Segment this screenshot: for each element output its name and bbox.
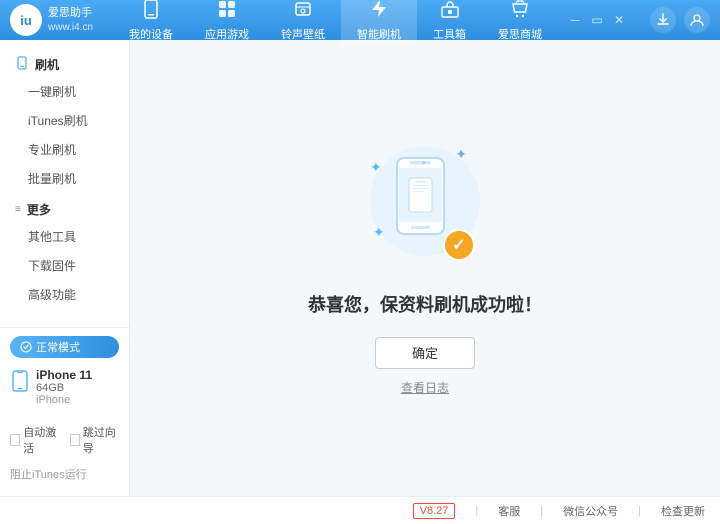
phone-refresh-icon xyxy=(15,56,29,73)
user-btn[interactable] xyxy=(684,7,710,33)
apps-icon xyxy=(217,0,237,24)
logo-area: iu 爱思助手 www.i4.cn xyxy=(10,4,93,36)
device-type: iPhone xyxy=(36,394,119,406)
device-section: 正常模式 iPhone 11 64GB iPhone xyxy=(0,327,129,418)
auto-activate-box[interactable] xyxy=(10,434,20,446)
sidebar-item-advanced[interactable]: 高级功能 xyxy=(0,280,129,309)
device-icon xyxy=(12,370,28,397)
itunes-status: 阻止iTunes运行 xyxy=(0,462,129,486)
sidebar-item-batch[interactable]: 批量刷机 xyxy=(0,164,129,193)
svg-text:iu: iu xyxy=(20,13,32,28)
wechat-link[interactable]: 微信公众号 xyxy=(563,503,618,519)
minimize-btn[interactable]: ─ xyxy=(568,13,582,27)
device-details: iPhone 11 64GB iPhone xyxy=(36,368,119,406)
app-logo: iu xyxy=(10,4,42,36)
store-icon xyxy=(510,0,530,24)
version-badge: V8.27 xyxy=(413,503,456,519)
update-link[interactable]: 检查更新 xyxy=(661,503,705,519)
auto-activate-checkbox[interactable]: 自动激活 xyxy=(10,424,60,456)
tab-my-device[interactable]: 我的设备 xyxy=(113,0,189,46)
menu-icon: ≡ xyxy=(15,204,21,215)
restore-btn[interactable]: ▭ xyxy=(590,13,604,27)
sidebar-item-itunes[interactable]: iTunes刷机 xyxy=(0,106,129,135)
tab-smart-flash[interactable]: 智能刷机 xyxy=(341,0,417,46)
success-illustration: ✦ ✦ ✦ ✓ xyxy=(365,141,485,271)
smart-flash-icon xyxy=(369,0,389,24)
device-info: iPhone 11 64GB iPhone xyxy=(0,364,129,410)
sidebar-flash-title: 刷机 xyxy=(0,50,129,77)
sidebar-item-other-tools[interactable]: 其他工具 xyxy=(0,222,129,251)
tab-ringtones[interactable]: 铃声壁纸 xyxy=(265,0,341,46)
log-link[interactable]: 查看日志 xyxy=(401,379,449,396)
device-name: iPhone 11 xyxy=(36,368,119,382)
sidebar-checkboxes: 自动激活 跳过向导 xyxy=(0,418,129,462)
tab-store[interactable]: 爱思商城 xyxy=(482,0,558,46)
confirm-button[interactable]: 确定 xyxy=(375,337,475,369)
skip-guide-checkbox[interactable]: 跳过向导 xyxy=(70,424,120,456)
sparkle-icon-3: ✦ xyxy=(373,224,385,241)
sparkle-icon-2: ✦ xyxy=(370,159,382,176)
tab-apps-games[interactable]: 应用游戏 xyxy=(189,0,265,46)
sidebar-item-onekey[interactable]: 一键刷机 xyxy=(0,77,129,106)
content-area: ✦ ✦ ✦ ✓ 恭喜您，保资料刷机成功 xyxy=(130,40,720,496)
sidebar: 刷机 一键刷机 iTunes刷机 专业刷机 批量刷机 ≡ 更多 其他工具 下载固… xyxy=(0,40,130,496)
phone-svg xyxy=(393,156,448,239)
title-bar: iu 爱思助手 www.i4.cn 我的设备 xyxy=(0,0,720,40)
footer: V8.27 | 客服 | 微信公众号 | 检查更新 xyxy=(0,496,720,524)
success-title: 恭喜您，保资料刷机成功啦！ xyxy=(308,291,542,317)
title-bar-controls: ─ ▭ ✕ xyxy=(568,7,710,33)
support-link[interactable]: 客服 xyxy=(498,503,520,519)
tab-toolbox[interactable]: 工具箱 xyxy=(417,0,482,46)
sparkle-icon-1: ✦ xyxy=(455,146,467,163)
sidebar-more-title: ≡ 更多 xyxy=(0,193,129,222)
sidebar-item-download-firmware[interactable]: 下载固件 xyxy=(0,251,129,280)
mode-badge: 正常模式 xyxy=(10,336,119,358)
download-btn[interactable] xyxy=(650,7,676,33)
main-layout: 刷机 一键刷机 iTunes刷机 专业刷机 批量刷机 ≡ 更多 其他工具 下载固… xyxy=(0,40,720,496)
ringtone-icon xyxy=(293,0,313,24)
close-btn[interactable]: ✕ xyxy=(612,13,626,27)
my-device-icon xyxy=(141,0,161,24)
logo-text: 爱思助手 www.i4.cn xyxy=(48,6,93,33)
sidebar-item-pro[interactable]: 专业刷机 xyxy=(0,135,129,164)
skip-guide-box[interactable] xyxy=(70,434,80,446)
toolbox-icon xyxy=(440,0,460,24)
device-size: 64GB xyxy=(36,382,119,394)
nav-tabs: 我的设备 应用游戏 铃声壁纸 xyxy=(113,0,568,46)
check-badge: ✓ xyxy=(443,229,475,261)
